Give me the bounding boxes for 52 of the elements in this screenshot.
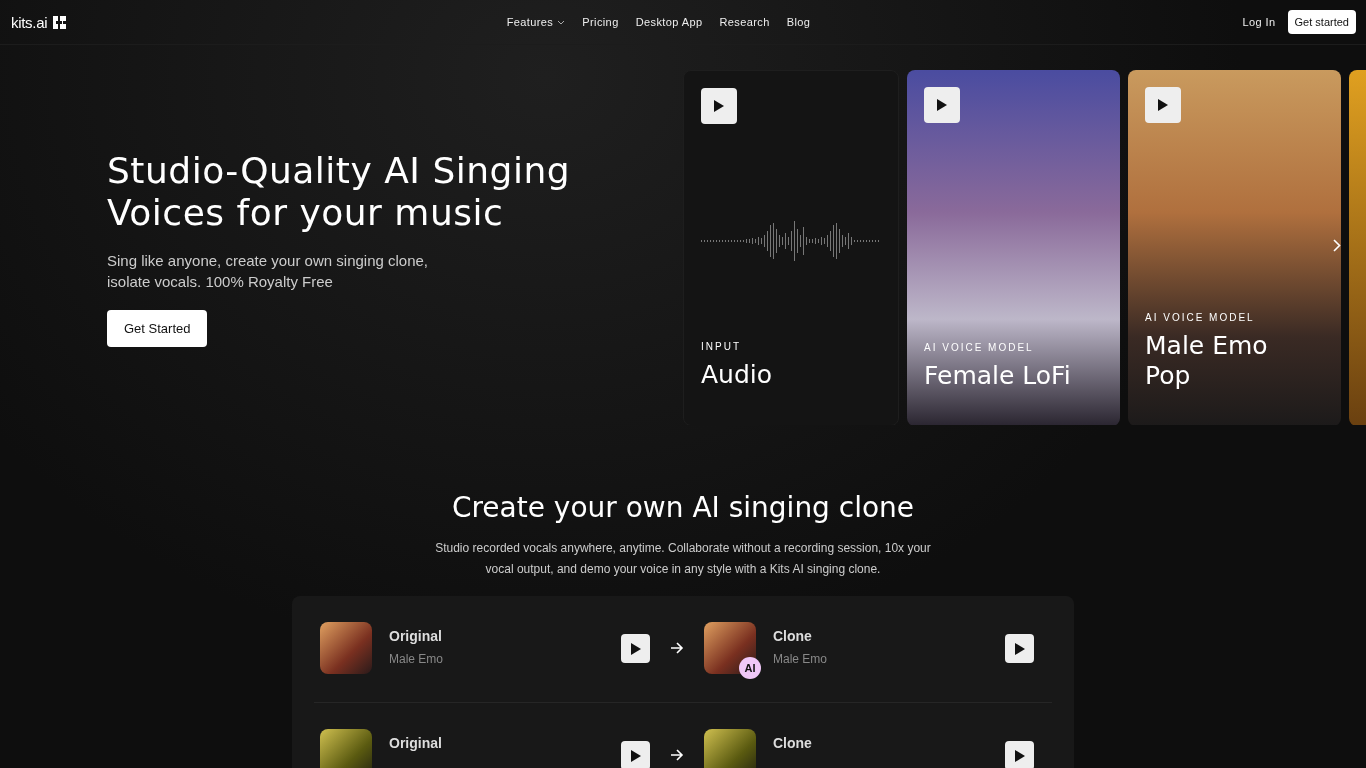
- singer-thumbnail: [704, 622, 756, 674]
- play-button[interactable]: [924, 87, 960, 123]
- nav-link[interactable]: Desktop App: [635, 16, 703, 28]
- audio-input-card[interactable]: INPUT Audio: [683, 70, 899, 425]
- track-subtitle: Male Emo: [773, 652, 829, 666]
- track-title: Original: [389, 628, 443, 644]
- play-icon: [630, 642, 641, 655]
- play-button[interactable]: [701, 88, 737, 124]
- hero-subtitle: Sing like anyone, create your own singing clone, isolate vocals. 100% Royalty Free: [107, 251, 430, 292]
- logo-icon[interactable]: [53, 15, 67, 29]
- get-started-button[interactable]: Get started: [1287, 10, 1356, 34]
- card-label: AI VOICE MODEL: [924, 342, 1035, 353]
- nav-link[interactable]: Research: [719, 16, 770, 28]
- play-button[interactable]: [1005, 741, 1034, 768]
- track-title: Clone: [773, 735, 813, 751]
- track-subtitle: Male Emo: [389, 652, 445, 666]
- section-description: Studio recorded vocals anywhere, anytime. Collaborate without a recording session, 10x your vocal output, and demo your voice in any style with a Kits AI singing clone.: [434, 540, 932, 578]
- play-button[interactable]: [1145, 87, 1181, 123]
- nav-link[interactable]: Pricing: [582, 16, 619, 28]
- play-icon: [937, 99, 947, 111]
- singer-photo-card[interactable]: AI VOICE MODEL Male Emo Pop: [1128, 70, 1341, 425]
- hero-headline: Studio-Quality AI Singing Voices for your music: [107, 150, 572, 234]
- arrow-right-icon: [670, 749, 684, 761]
- chevron-right-icon: [1333, 238, 1341, 252]
- play-button[interactable]: [621, 741, 650, 768]
- card-title: Female LoFi: [924, 361, 1072, 391]
- get-started-button[interactable]: Get Started: [107, 310, 208, 347]
- logo-text[interactable]: kits.ai: [11, 13, 48, 31]
- track-title: Original: [389, 735, 443, 751]
- chevron-down-icon: [557, 19, 566, 25]
- play-icon: [1014, 642, 1025, 655]
- play-button[interactable]: [1005, 634, 1034, 663]
- singer-thumbnail: [320, 622, 372, 674]
- nav-link[interactable]: Blog: [786, 16, 811, 28]
- singer-thumbnail: [704, 729, 756, 768]
- arrow-right-icon: [670, 642, 684, 654]
- section-heading: Create your own AI singing clone: [450, 491, 916, 524]
- card-title: Male Emo Pop: [1145, 331, 1269, 391]
- login-link[interactable]: Log In: [1242, 16, 1276, 28]
- play-icon: [630, 749, 641, 762]
- track-title: Clone: [773, 628, 813, 644]
- play-button[interactable]: [621, 634, 650, 663]
- card-label: AI VOICE MODEL: [1145, 312, 1256, 323]
- singer-thumbnail: [320, 729, 372, 768]
- play-icon: [714, 100, 724, 112]
- play-icon: [1158, 99, 1168, 111]
- card-title: Audio: [701, 360, 774, 390]
- singer-photo-card[interactable]: AI VOICE MODEL Female LoFi: [907, 70, 1120, 425]
- nav-link[interactable]: Features: [506, 16, 566, 28]
- play-icon: [1014, 749, 1025, 762]
- ai-badge: AI: [739, 657, 761, 679]
- card-label: INPUT: [701, 341, 742, 352]
